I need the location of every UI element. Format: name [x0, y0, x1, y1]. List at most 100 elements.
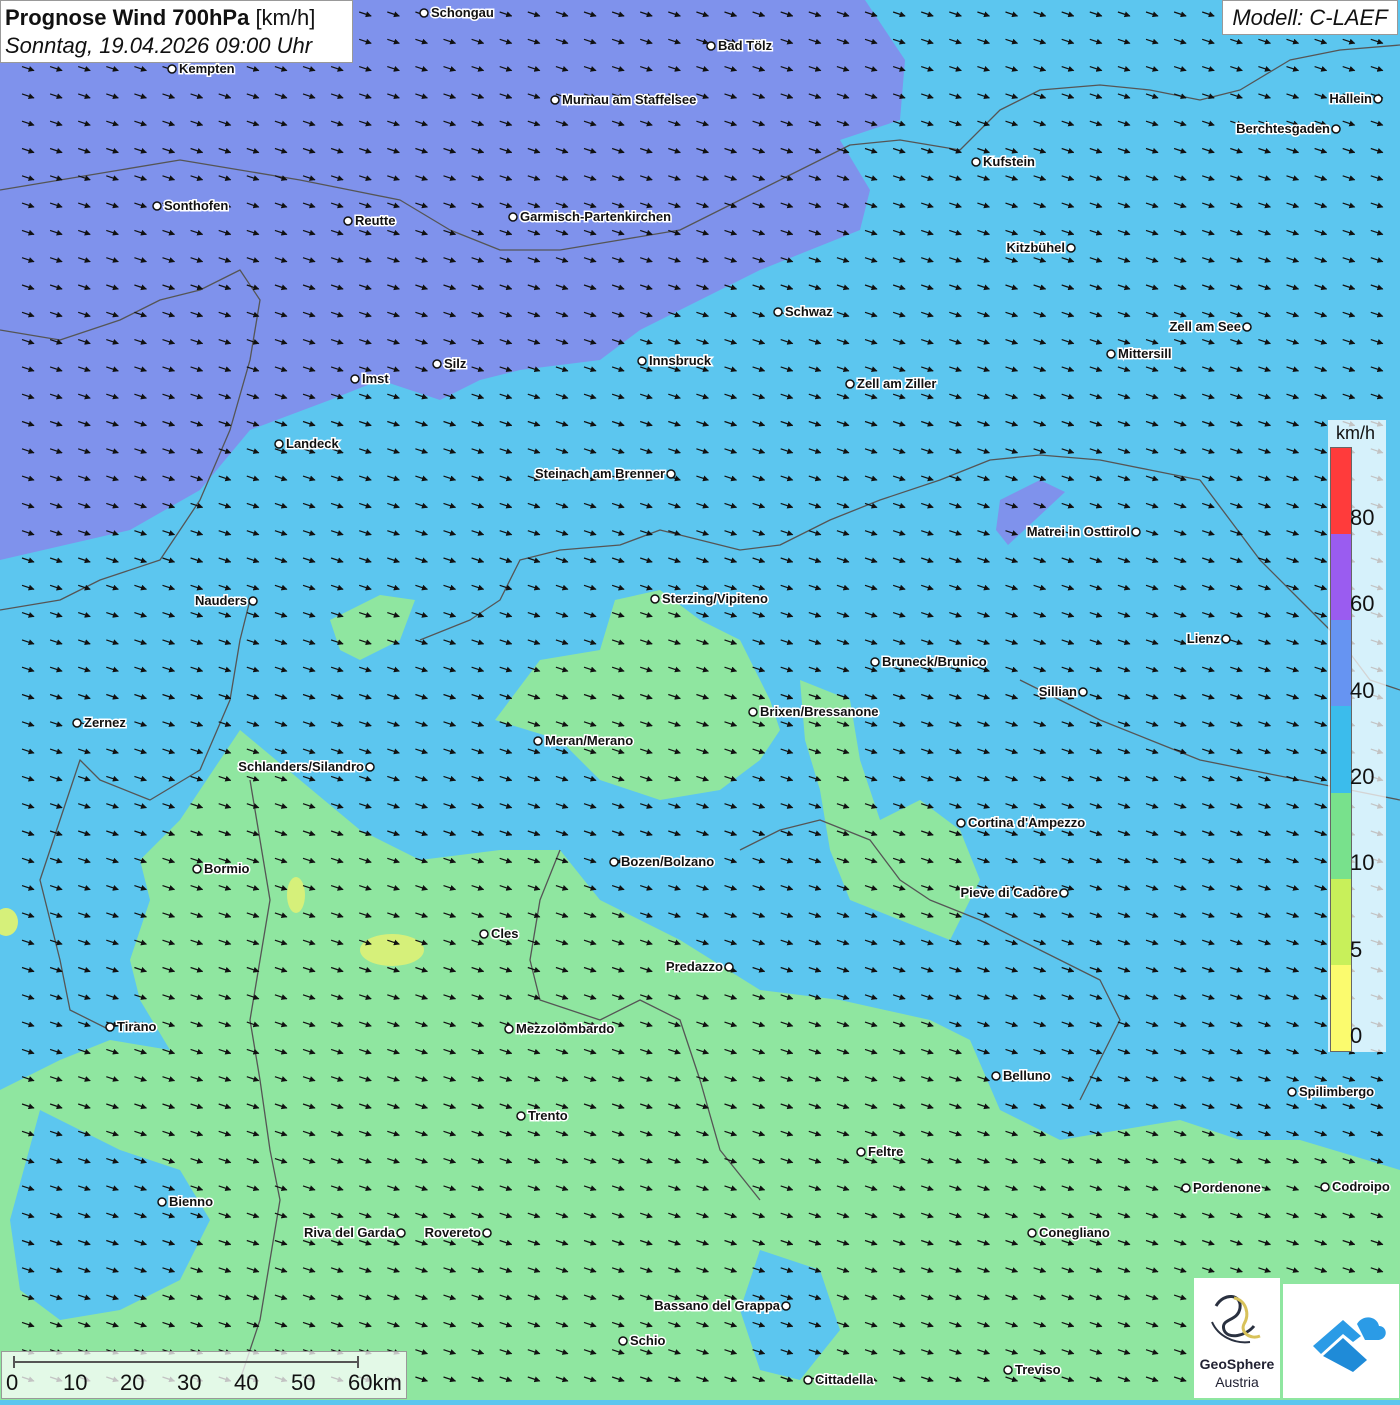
city-label: Bormio — [204, 861, 250, 876]
city-marker[interactable] — [482, 1228, 492, 1238]
city-marker[interactable] — [1320, 1182, 1330, 1192]
city-label: Meran/Merano — [545, 733, 633, 748]
city-label: Imst — [362, 371, 389, 386]
city-marker[interactable] — [516, 1111, 526, 1121]
city-marker[interactable] — [152, 201, 162, 211]
city-marker[interactable] — [618, 1336, 628, 1346]
city-label: Matrei in Osttirol — [1027, 524, 1130, 539]
city-label: Schwaz — [785, 304, 833, 319]
city-marker[interactable] — [1221, 634, 1231, 644]
city-label: Zell am See — [1169, 319, 1241, 334]
geosphere-logo[interactable]: GeoSphere Austria — [1194, 1278, 1280, 1398]
legend-unit: km/h — [1336, 423, 1376, 443]
city-label: Belluno — [1003, 1068, 1051, 1083]
city-marker[interactable] — [504, 1024, 514, 1034]
city-marker[interactable] — [773, 307, 783, 317]
city-label: Cles — [491, 926, 518, 941]
city-marker[interactable] — [748, 707, 758, 717]
forecast-datetime: Sonntag, 19.04.2026 09:00 Uhr — [5, 33, 313, 58]
city-label: Bozen/Bolzano — [621, 854, 714, 869]
city-marker[interactable] — [1027, 1228, 1037, 1238]
city-marker[interactable] — [650, 594, 660, 604]
city-marker[interactable] — [724, 962, 734, 972]
city-marker[interactable] — [870, 657, 880, 667]
scale-tick-label: 50 — [291, 1370, 316, 1395]
city-marker[interactable] — [1331, 124, 1341, 134]
city-marker[interactable] — [508, 212, 518, 222]
city-marker[interactable] — [991, 1071, 1001, 1081]
city-marker[interactable] — [803, 1375, 813, 1385]
city-label: Bad Tölz — [718, 38, 773, 53]
city-marker[interactable] — [1242, 322, 1252, 332]
scale-tick-label: 60km — [348, 1370, 402, 1395]
city-label: Steinach am Brenner — [535, 466, 665, 481]
city-label: Bruneck/Brunico — [882, 654, 987, 669]
city-marker[interactable] — [1373, 94, 1383, 104]
legend-color-segment — [1331, 706, 1351, 793]
city-marker[interactable] — [167, 64, 177, 74]
city-marker[interactable] — [350, 374, 360, 384]
city-marker[interactable] — [274, 439, 284, 449]
city-marker[interactable] — [105, 1022, 115, 1032]
city-marker[interactable] — [666, 469, 676, 479]
city-label: Conegliano — [1039, 1225, 1110, 1240]
city-marker[interactable] — [781, 1301, 791, 1311]
city-marker[interactable] — [419, 8, 429, 18]
city-marker[interactable] — [609, 857, 619, 867]
legend-tick-label: 80 — [1350, 505, 1375, 530]
city-marker[interactable] — [706, 41, 716, 51]
city-label: Schongau — [431, 5, 494, 20]
city-marker[interactable] — [1003, 1365, 1013, 1375]
city-marker[interactable] — [479, 929, 489, 939]
city-marker[interactable] — [1131, 527, 1141, 537]
city-marker[interactable] — [157, 1197, 167, 1207]
legend-color-segment — [1331, 448, 1351, 535]
city-marker[interactable] — [365, 762, 375, 772]
city-marker[interactable] — [1059, 888, 1069, 898]
scale-tick-label: 30 — [177, 1370, 202, 1395]
city-label: Codroipo — [1332, 1179, 1390, 1194]
city-label: Mezzolombardo — [516, 1021, 614, 1036]
city-marker[interactable] — [1106, 349, 1116, 359]
city-label: Bassano del Grappa — [654, 1298, 780, 1313]
city-marker[interactable] — [248, 596, 258, 606]
city-marker[interactable] — [1287, 1087, 1297, 1097]
city-marker[interactable] — [192, 864, 202, 874]
city-label: Landeck — [286, 436, 340, 451]
city-marker[interactable] — [845, 379, 855, 389]
wind-region-5-10 — [360, 934, 424, 966]
city-label: Pieve di Cadore — [960, 885, 1058, 900]
city-label: Kufstein — [983, 154, 1035, 169]
city-label: Schio — [630, 1333, 665, 1348]
city-marker[interactable] — [971, 157, 981, 167]
city-marker[interactable] — [550, 95, 560, 105]
city-label: Berchtesgaden — [1236, 121, 1330, 136]
city-label: Lienz — [1187, 631, 1221, 646]
city-label: Feltre — [868, 1144, 903, 1159]
legend-colorbar — [1330, 447, 1352, 1052]
city-marker[interactable] — [533, 736, 543, 746]
wind-map[interactable]: Schongau Bad Tölz Kempten Murnau am Staffel… — [0, 0, 1400, 1400]
city-marker[interactable] — [72, 718, 82, 728]
city-marker[interactable] — [956, 818, 966, 828]
title-box: Prognose Wind 700hPa [km/h] Sonntag, 19.… — [0, 0, 353, 63]
city-marker[interactable] — [1066, 243, 1076, 253]
geosphere-swirl-icon — [1211, 1295, 1261, 1344]
city-label: Treviso — [1015, 1362, 1061, 1377]
city-marker[interactable] — [1181, 1183, 1191, 1193]
city-marker[interactable] — [396, 1228, 406, 1238]
city-label: Sillian — [1039, 684, 1077, 699]
city-marker[interactable] — [432, 359, 442, 369]
legend-tick-label: 0 — [1350, 1022, 1363, 1048]
city-label: Bienno — [169, 1194, 213, 1209]
city-marker[interactable] — [856, 1147, 866, 1157]
scale-tick-label: 10 — [63, 1370, 88, 1395]
city-label: Cortina d'Ampezzo — [968, 815, 1085, 830]
city-label: Schlanders/Silandro — [238, 759, 364, 774]
geosphere-name: GeoSphere — [1199, 1356, 1275, 1372]
city-marker[interactable] — [1078, 687, 1088, 697]
city-marker[interactable] — [637, 356, 647, 366]
legend-tick-label: 40 — [1350, 677, 1375, 703]
app-logo[interactable] — [1283, 1284, 1399, 1398]
city-marker[interactable] — [343, 216, 353, 226]
